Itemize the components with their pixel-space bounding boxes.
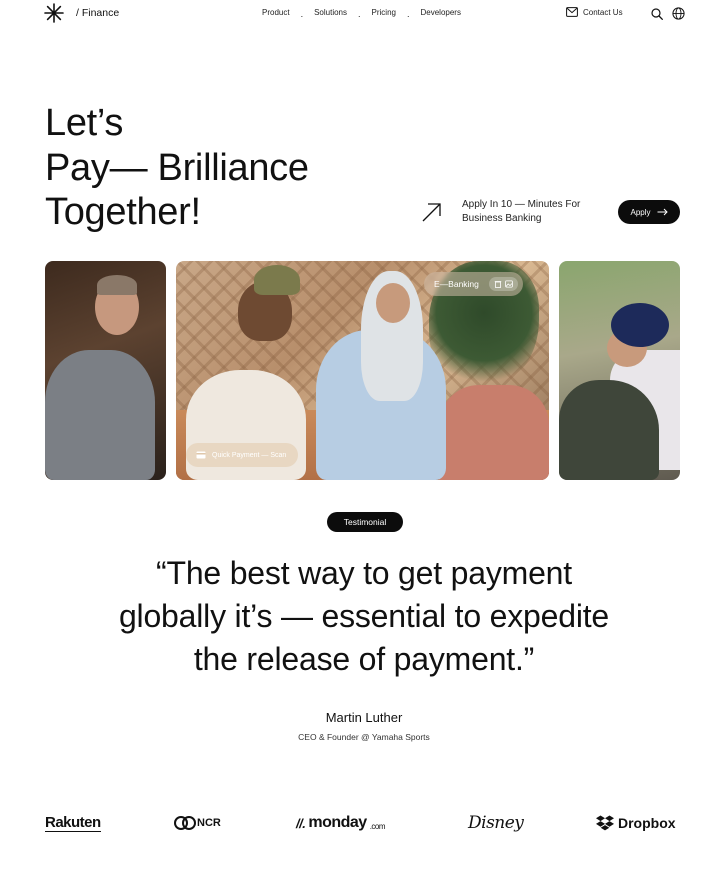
- search-icon[interactable]: [651, 8, 663, 20]
- apply-button[interactable]: Apply: [618, 200, 680, 224]
- rakuten-logo-text: Rakuten: [45, 813, 101, 832]
- ebanking-actions: [488, 277, 518, 291]
- nav-item-pricing[interactable]: Pricing: [372, 8, 396, 17]
- dropbox-logo: Dropbox: [596, 810, 676, 836]
- ncr-mark-icon: [174, 816, 196, 830]
- partner-logos: Rakuten NCR //. monday .com Disney Dropb…: [0, 810, 728, 836]
- hero-title-line: Pay— Brilliance: [45, 146, 309, 189]
- person-figure: [254, 265, 300, 295]
- monday-logo-suffix: .com: [369, 821, 386, 831]
- apply-promo-text: Apply In 10 — Minutes For Business Banki…: [462, 198, 612, 225]
- quote-line: the release of payment.”: [193, 641, 535, 677]
- monday-logo: //. monday .com: [296, 810, 386, 836]
- photo-woman-relaxing: [559, 261, 680, 480]
- disney-logo-text: Disney: [468, 813, 524, 833]
- asterisk-icon[interactable]: [44, 3, 64, 23]
- testimonial-role: CEO & Founder @ Yamaha Sports: [298, 732, 430, 742]
- nav-item-product[interactable]: Product: [262, 8, 290, 17]
- testimonial-badge: Testimonial: [327, 512, 403, 532]
- contact-us-link[interactable]: Contact Us: [566, 7, 623, 17]
- ncr-logo: NCR: [174, 810, 221, 836]
- brand-name[interactable]: / Finance: [76, 7, 119, 19]
- monday-logo-marks: //.: [296, 815, 306, 831]
- ebanking-label: E—Banking: [434, 279, 479, 289]
- arrow-right-icon: [657, 208, 668, 216]
- site-header: / Finance Product . Solutions . Pricing …: [0, 0, 728, 28]
- person-figure: [97, 275, 137, 295]
- person-figure: [559, 380, 659, 480]
- nav-item-developers[interactable]: Developers: [421, 8, 461, 17]
- ncr-logo-text: NCR: [197, 817, 221, 829]
- arrow-up-right-icon: [422, 203, 441, 222]
- ebanking-pill[interactable]: E—Banking: [424, 272, 523, 296]
- globe-icon[interactable]: [672, 7, 685, 20]
- nav-separator: .: [406, 8, 410, 19]
- photo-man-smiling: [45, 261, 166, 480]
- trash-icon[interactable]: [494, 280, 502, 288]
- nav-separator: .: [300, 8, 304, 19]
- chair: [439, 385, 549, 480]
- apply-promo-line: Apply In 10 — Minutes For: [462, 199, 581, 210]
- quote-line: “The best way to get payment: [156, 555, 572, 591]
- main-nav: Product . Solutions . Pricing . Develope…: [262, 8, 461, 19]
- quick-payment-pill[interactable]: Quick Payment — Scan: [186, 443, 299, 467]
- quick-payment-label: Quick Payment — Scan: [212, 451, 287, 459]
- dropbox-logo-text: Dropbox: [618, 815, 676, 831]
- disney-logo: Disney: [468, 810, 524, 836]
- mail-icon: [566, 7, 578, 17]
- nav-separator: .: [358, 8, 361, 19]
- person-figure: [45, 350, 155, 480]
- hero-title: Let’s Pay— Brilliance Together!: [45, 101, 309, 235]
- card-icon: [196, 451, 206, 459]
- testimonial-author: Martin Luther: [325, 710, 403, 725]
- nav-item-solutions[interactable]: Solutions: [314, 8, 347, 17]
- dropbox-icon: [596, 815, 614, 831]
- contact-us-label: Contact Us: [583, 7, 623, 17]
- person-figure: [611, 303, 669, 347]
- apply-promo-line: Business Banking: [462, 212, 542, 224]
- person-figure: [376, 283, 410, 323]
- rakuten-logo: Rakuten: [45, 810, 101, 836]
- quote-line: globally it’s — essential to expedite: [118, 598, 610, 634]
- monday-logo-text: monday: [308, 814, 367, 831]
- image-icon[interactable]: [505, 280, 513, 288]
- testimonial-quote: “The best way to get payment globally it…: [60, 552, 668, 681]
- hero-title-line: Let’s: [45, 102, 124, 144]
- hero-title-line: Together!: [45, 191, 201, 233]
- apply-button-label: Apply: [630, 207, 651, 217]
